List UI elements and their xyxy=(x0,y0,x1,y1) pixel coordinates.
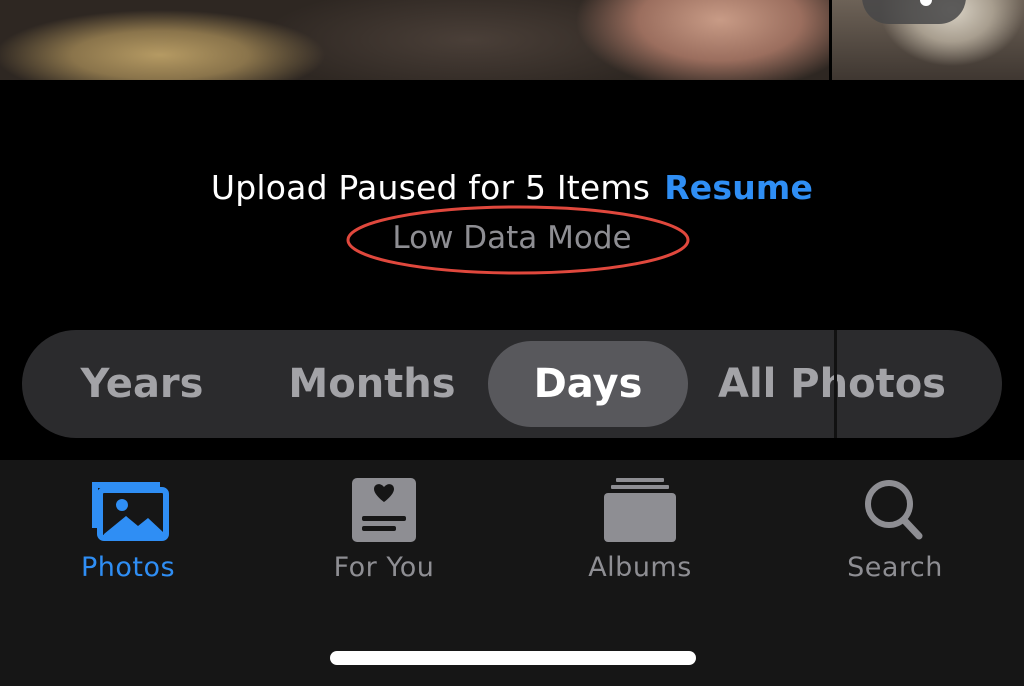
select-button[interactable] xyxy=(862,0,966,24)
segment-months[interactable]: Months xyxy=(272,330,472,438)
home-indicator[interactable] xyxy=(330,651,696,665)
tab-photos[interactable]: Photos xyxy=(28,478,228,583)
segment-days[interactable]: Days xyxy=(488,341,688,427)
segment-years[interactable]: Years xyxy=(62,330,222,438)
tab-for-you-label: For You xyxy=(333,552,435,583)
more-icon xyxy=(920,0,932,6)
for-you-icon xyxy=(352,478,416,542)
photo-grid-strip xyxy=(0,0,1024,80)
albums-icon xyxy=(604,478,676,542)
tab-search-label: Search xyxy=(847,552,943,583)
tab-photos-label: Photos xyxy=(80,552,176,583)
upload-status: Upload Paused for 5 Items Resume xyxy=(0,168,1024,207)
segment-all-photos[interactable]: All Photos xyxy=(712,330,952,438)
tab-for-you[interactable]: For You xyxy=(284,478,484,583)
annotation-circle xyxy=(346,205,690,275)
search-icon xyxy=(865,480,923,540)
photos-icon xyxy=(92,482,169,541)
tab-albums-label: Albums xyxy=(588,552,692,583)
resume-button[interactable]: Resume xyxy=(664,168,813,207)
photo-thumbnail[interactable] xyxy=(0,0,830,80)
tab-search[interactable]: Search xyxy=(795,478,995,583)
library-view-segmented-control: Years Months Days All Photos xyxy=(22,330,1002,438)
segment-divider xyxy=(834,330,837,438)
photos-app-screen: Upload Paused for 5 Items Resume Low Data… xyxy=(0,0,1024,686)
tab-albums[interactable]: Albums xyxy=(540,478,740,583)
upload-status-text: Upload Paused for 5 Items xyxy=(210,168,651,207)
